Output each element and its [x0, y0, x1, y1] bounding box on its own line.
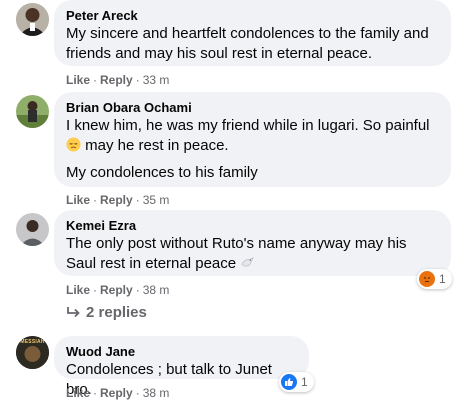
- comment-actions: Like · Reply · 33 m: [66, 72, 169, 88]
- separator: ·: [93, 386, 98, 400]
- timestamp[interactable]: 38 m: [143, 386, 170, 400]
- comment-bubble: Kemei Ezra The only post without Ruto's …: [54, 210, 451, 276]
- like-button[interactable]: Like: [66, 193, 90, 207]
- avatar-photo: [16, 95, 49, 128]
- comment-text: I knew him, he was my friend while in lu…: [66, 116, 439, 183]
- reply-button[interactable]: Reply: [100, 386, 133, 400]
- separator: ·: [93, 193, 98, 207]
- comment-line-2: may he rest in peace.: [85, 137, 229, 154]
- comment-text: The only post without Ruto's name anyway…: [66, 234, 439, 274]
- comment-actions: Like · Reply · 38 m: [66, 282, 169, 298]
- pensive-face-icon: [66, 137, 81, 152]
- author-name[interactable]: Kemei Ezra: [66, 217, 439, 234]
- angry-reaction-icon: [419, 271, 435, 287]
- separator: ·: [93, 283, 98, 297]
- avatar[interactable]: [16, 3, 49, 36]
- comment-wuod-jane: MESSIAH Wuod Jane Condolences ; but talk…: [0, 333, 470, 403]
- timestamp[interactable]: 38 m: [143, 283, 170, 297]
- timestamp[interactable]: 33 m: [143, 73, 170, 87]
- comment-kemei-ezra: Kemei Ezra The only post without Ruto's …: [0, 210, 470, 328]
- comment-bubble: Wuod Jane Condolences ; but talk to June…: [54, 336, 309, 398]
- view-replies-link[interactable]: 2 replies: [66, 304, 147, 321]
- dove-icon: [241, 257, 255, 267]
- comment-line: My sincere and heartfelt condolences to …: [66, 25, 429, 62]
- reply-button[interactable]: Reply: [100, 73, 133, 87]
- avatar[interactable]: [16, 95, 49, 128]
- comment-line: The only post without Ruto's name anyway…: [66, 235, 407, 272]
- like-reaction-icon: [281, 374, 297, 390]
- avatar-photo: [16, 213, 49, 246]
- comment-bubble: Brian Obara Ochami I knew him, he was my…: [54, 92, 451, 187]
- separator: ·: [135, 193, 140, 207]
- comment-brian-obara-ochami: Brian Obara Ochami I knew him, he was my…: [0, 92, 470, 210]
- reply-button[interactable]: Reply: [100, 283, 133, 297]
- comment-text: My sincere and heartfelt condolences to …: [66, 24, 439, 64]
- like-button[interactable]: Like: [66, 73, 90, 87]
- reply-arrow-icon: [67, 307, 80, 318]
- reaction-count[interactable]: 1: [279, 372, 314, 392]
- comment-bubble: Peter Areck My sincere and heartfelt con…: [54, 0, 451, 66]
- comment-line: I knew him, he was my friend while in lu…: [66, 116, 439, 156]
- reaction-count-value: 1: [301, 375, 308, 389]
- timestamp[interactable]: 35 m: [143, 193, 170, 207]
- reply-button[interactable]: Reply: [100, 193, 133, 207]
- like-button[interactable]: Like: [66, 283, 90, 297]
- reaction-count[interactable]: 1: [417, 269, 452, 289]
- avatar[interactable]: [16, 213, 49, 246]
- replies-label: 2 replies: [86, 304, 147, 321]
- like-button[interactable]: Like: [66, 386, 90, 400]
- author-name[interactable]: Brian Obara Ochami: [66, 99, 439, 116]
- author-name[interactable]: Wuod Jane: [66, 343, 297, 360]
- avatar-photo: [16, 3, 49, 36]
- separator: ·: [93, 73, 98, 87]
- comment-line-3: My condolences to his family: [66, 164, 258, 181]
- author-name[interactable]: Peter Areck: [66, 7, 439, 24]
- comment-peter-areck: Peter Areck My sincere and heartfelt con…: [0, 0, 470, 92]
- separator: ·: [135, 73, 140, 87]
- comment-actions: Like · Reply · 35 m: [66, 192, 169, 208]
- separator: ·: [135, 283, 140, 297]
- comment-line-1: I knew him, he was my friend while in lu…: [66, 117, 430, 134]
- comment-actions: Like · Reply · 38 m: [66, 385, 169, 401]
- avatar[interactable]: MESSIAH: [16, 336, 49, 369]
- separator: ·: [135, 386, 140, 400]
- reaction-count-value: 1: [439, 272, 446, 286]
- avatar-caption: MESSIAH: [20, 339, 45, 345]
